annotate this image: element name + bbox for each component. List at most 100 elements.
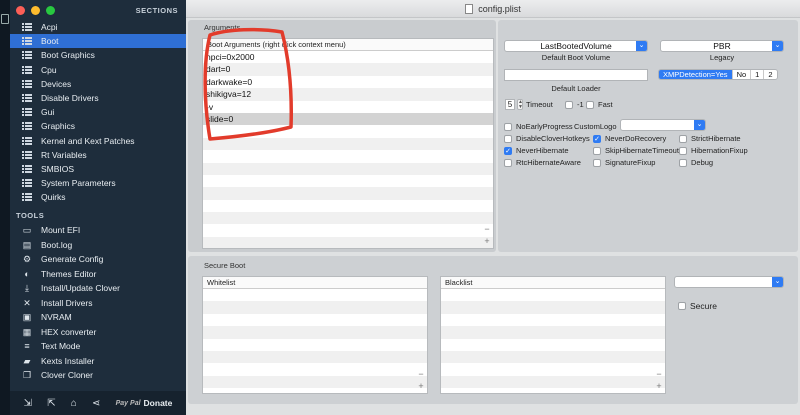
xmp-option-1[interactable]: No <box>732 70 752 79</box>
boot-argument-row[interactable] <box>203 200 493 212</box>
sidebar-item-rt-variables[interactable]: Rt Variables <box>10 148 186 162</box>
sidebar-item-boot[interactable]: Boot <box>10 34 186 49</box>
blacklist-table[interactable]: Blacklist − + <box>440 276 666 394</box>
list-row[interactable] <box>203 363 427 375</box>
tool-nvram[interactable]: ▣ NVRAM <box>10 310 186 325</box>
sidebar-item-devices[interactable]: Devices <box>10 77 186 91</box>
tool-hex-converter[interactable]: ▦ HEX converter <box>10 325 186 340</box>
checkbox-box[interactable] <box>504 158 512 167</box>
hibernation-fixup-checkbox[interactable]: HibernationFixup <box>679 146 748 155</box>
checkbox-box[interactable] <box>565 100 573 109</box>
sidebar-item-gui[interactable]: Gui <box>10 105 186 119</box>
list-row[interactable] <box>203 301 427 314</box>
never-hibernate-checkbox[interactable]: ✓ NeverHibernate <box>504 146 569 155</box>
list-row[interactable] <box>441 339 665 351</box>
sidebar-item-graphics[interactable]: Graphics <box>10 119 186 133</box>
list-row[interactable] <box>441 301 665 314</box>
home-icon[interactable]: ⌂ <box>71 398 77 409</box>
checkbox-box[interactable] <box>679 158 687 167</box>
sidebar-item-smbios[interactable]: SMBIOS <box>10 162 186 176</box>
tool-install-update-clover[interactable]: ⤓ Install/Update Clover <box>10 281 186 296</box>
checkbox-box[interactable] <box>504 134 512 143</box>
list-row[interactable] <box>203 339 427 351</box>
tool-themes-editor[interactable]: ◐ Themes Editor <box>10 267 186 282</box>
list-row[interactable] <box>203 375 427 389</box>
checkbox-box[interactable] <box>593 146 601 155</box>
signature-fixup-checkbox[interactable]: SignatureFixup <box>593 158 655 167</box>
timeout-stepper[interactable]: ▲ ▼ <box>517 99 523 110</box>
donate-button[interactable]: Pay Pal Donate <box>116 398 173 408</box>
sidebar-item-system-parameters[interactable]: System Parameters <box>10 176 186 190</box>
sidebar-item-disable-drivers[interactable]: Disable Drivers <box>10 91 186 105</box>
checkbox-box[interactable] <box>678 302 686 310</box>
list-row[interactable] <box>441 363 665 375</box>
list-row[interactable] <box>441 289 665 301</box>
add-row-button[interactable]: + <box>483 237 491 246</box>
xmp-detection-segmented-control[interactable]: XMPDetection=Yes No 1 2 <box>658 69 778 80</box>
list-row[interactable] <box>203 314 427 326</box>
checkbox-box[interactable]: ✓ <box>593 134 601 143</box>
rtc-hibernate-aware-checkbox[interactable]: RtcHibernateAware <box>504 158 581 167</box>
boot-argument-row[interactable] <box>203 175 493 187</box>
custom-logo-select[interactable]: ⌄ <box>620 119 706 131</box>
default-boot-volume-select[interactable]: LastBootedVolume ⌄ <box>504 40 648 52</box>
strict-hibernate-checkbox[interactable]: StrictHibernate <box>679 134 741 143</box>
tool-mount-efi[interactable]: ▭ Mount EFI <box>10 223 186 238</box>
no-early-progress-checkbox[interactable]: NoEarlyProgress <box>504 122 573 131</box>
zoom-window-button[interactable] <box>46 6 55 15</box>
boot-argument-row[interactable] <box>203 187 493 200</box>
list-row[interactable] <box>441 326 665 339</box>
tool-install-drivers[interactable]: ✕ Install Drivers <box>10 296 186 311</box>
sidebar-item-cpu[interactable]: Cpu <box>10 63 186 77</box>
boot-argument-row[interactable] <box>203 224 493 236</box>
default-loader-field[interactable] <box>504 69 648 81</box>
whitelist-add-button[interactable]: + <box>417 382 425 391</box>
tool-boot-log[interactable]: ▤ Boot.log <box>10 238 186 253</box>
list-row[interactable] <box>203 326 427 339</box>
checkbox-box[interactable]: ✓ <box>504 146 512 155</box>
legacy-select[interactable]: PBR ⌄ <box>660 40 784 52</box>
remove-row-button[interactable]: − <box>483 225 491 234</box>
minimize-window-button[interactable] <box>31 6 40 15</box>
share-icon[interactable]: ⋖ <box>92 398 100 409</box>
minus-one-checkbox[interactable]: -1 <box>565 100 584 109</box>
sidebar-item-acpi[interactable]: Acpi <box>10 20 186 34</box>
list-row[interactable] <box>441 350 665 364</box>
tool-clover-cloner[interactable]: ❐ Clover Cloner <box>10 368 186 383</box>
xmp-option-3[interactable]: 2 <box>764 70 777 79</box>
tool-kexts-installer[interactable]: ▰ Kexts Installer <box>10 354 186 369</box>
secure-boot-policy-select[interactable]: ⌄ <box>674 276 784 288</box>
tool-generate-config[interactable]: ⚙ Generate Config <box>10 252 186 267</box>
skip-hibernate-timeout-checkbox[interactable]: SkipHibernateTimeout <box>593 146 679 155</box>
sidebar-item-quirks[interactable]: Quirks <box>10 190 186 204</box>
whitelist-table[interactable]: Whitelist − + <box>202 276 428 394</box>
debug-checkbox[interactable]: Debug <box>679 158 713 167</box>
fast-checkbox[interactable]: Fast <box>586 100 613 109</box>
xmp-option-2[interactable]: 1 <box>751 70 765 79</box>
never-do-recovery-checkbox[interactable]: ✓ NeverDoRecovery <box>593 134 666 143</box>
checkbox-box[interactable] <box>679 134 687 143</box>
close-window-button[interactable] <box>16 6 25 15</box>
checkbox-box[interactable] <box>593 158 601 167</box>
list-row[interactable] <box>203 350 427 364</box>
blacklist-remove-button[interactable]: − <box>655 370 663 379</box>
boot-argument-row[interactable] <box>203 150 493 162</box>
checkbox-box[interactable] <box>586 100 594 109</box>
sidebar-item-boot-graphics[interactable]: Boot Graphics <box>10 48 186 62</box>
boot-argument-row[interactable] <box>203 212 493 225</box>
boot-argument-row[interactable] <box>203 236 493 248</box>
xmp-option-0[interactable]: XMPDetection=Yes <box>659 70 733 79</box>
list-row[interactable] <box>441 314 665 326</box>
boot-argument-row[interactable] <box>203 162 493 175</box>
tool-text-mode[interactable]: ≡ Text Mode <box>10 339 186 354</box>
secure-checkbox[interactable]: Secure <box>678 301 717 311</box>
list-row[interactable] <box>441 375 665 389</box>
blacklist-add-button[interactable]: + <box>655 382 663 391</box>
list-row[interactable] <box>203 289 427 301</box>
timeout-field[interactable]: 5 <box>505 99 515 110</box>
checkbox-box[interactable] <box>679 146 687 155</box>
whitelist-remove-button[interactable]: − <box>417 370 425 379</box>
import-icon[interactable]: ⇲ <box>24 398 32 409</box>
checkbox-box[interactable] <box>504 122 512 131</box>
sidebar-item-kernel-and-kext-patches[interactable]: Kernel and Kext Patches <box>10 134 186 148</box>
